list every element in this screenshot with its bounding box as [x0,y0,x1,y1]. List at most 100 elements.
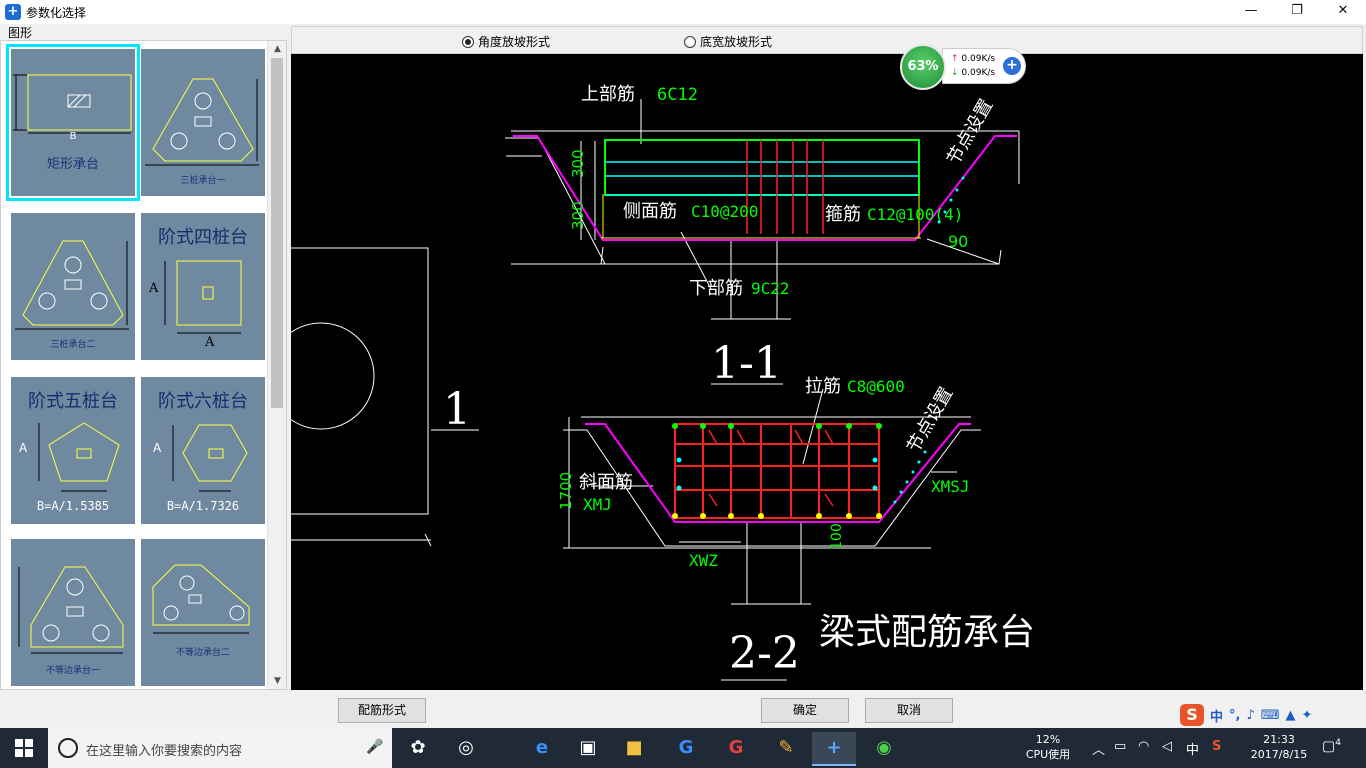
gallery-item-unequal-2[interactable]: 不等边承台二 [141,539,265,686]
radio-angle-label: 角度放坡形式 [478,35,551,49]
network-speed-widget[interactable]: ↑ 0.09K/s ↓ 0.09K/s + 63% [900,44,1026,90]
xmsj-label: XMSJ [931,477,970,496]
ok-button[interactable]: 确定 [761,698,849,723]
taskbar-app-pinwheel-icon[interactable]: ✿ [396,732,440,766]
maximize-button[interactable]: ❐ [1274,0,1320,24]
side-bar-label: 侧面筋 [623,201,677,222]
stirrup-spec: C12@100(4) [867,205,963,224]
cpu-usage-meter: 12% CPU使用 [1022,732,1074,762]
three-pile-2-label: 三桩承台二 [50,340,96,350]
sogou-logo-icon[interactable]: S [1180,704,1204,726]
taskbar-active-app-icon[interactable]: + [812,732,856,766]
ime-voice-icon[interactable]: ♪ [1246,708,1254,723]
taskbar-app-swirl-icon[interactable]: ◎ [444,732,488,766]
gallery-item-unequal-1[interactable]: 不等边承台一 [11,539,135,686]
stepped-six-formula: B=A/1.7326 [166,499,240,513]
app-icon: + [5,4,21,20]
radio-selected-icon[interactable] [462,35,474,48]
taskbar-store-icon[interactable]: ▣ [566,732,610,766]
cad-preview-canvas: 1 上部筋 6C12 侧面筋 C10@200 箍筋 C12@100(4) 下部筋… [291,54,1363,690]
taskbar-search-box[interactable]: 在这里输入你要搜索的内容 🎤 [48,728,392,768]
taskbar-glodon-red-icon[interactable]: G [714,732,758,766]
stepped-five-dim: A [19,441,28,455]
section-2-2-title: 2-2 [729,628,800,679]
title-bar: + 参数化选择 — ❐ ✕ [0,0,1366,24]
rect-cap-dim: B [69,131,77,142]
cortana-icon [58,738,78,758]
tray-sogou-icon[interactable]: S [1212,739,1221,754]
unequal-2-preview [152,564,250,634]
side-bar-spec: C10@200 [691,202,758,221]
ime-toolbar[interactable]: S 中 °, ♪ ⌨ ▲ ✦ [1180,703,1366,727]
tray-wifi-icon[interactable]: ◠ [1138,739,1149,754]
gallery-item-rect-cap[interactable]: B 矩形承台 [6,44,140,201]
net-speed-box: ↑ 0.09K/s ↓ 0.09K/s + [942,48,1026,84]
ime-keyboard-icon[interactable]: ⌨ [1261,708,1280,723]
scroll-thumb[interactable] [271,58,283,408]
taskbar-glodon-icon[interactable]: G [664,732,708,766]
gallery-label: 图形 [8,26,33,40]
gallery-item-three-pile-1[interactable]: 三桩承台一 [141,49,265,196]
gallery-scrollbar[interactable]: ▲ ▼ [267,41,286,689]
rect-cap-label: 矩形承台 [46,157,99,172]
minimize-button[interactable]: — [1228,0,1274,24]
bottom-bar-spec: 9C22 [751,279,790,298]
ime-language[interactable]: 中 [1210,706,1223,725]
stepped-four-dim-bottom: A [205,335,215,350]
section-1-1-title: 1-1 [711,338,782,389]
radio-width-label: 底宽放坡形式 [700,35,773,49]
rebar-form-button[interactable]: 配筋形式 [338,698,426,723]
cpu-label: CPU使用 [1025,748,1071,761]
xwz-label: XWZ [689,551,718,570]
window-title: 参数化选择 [26,6,87,20]
top-bar-spec: 6C12 [657,85,698,105]
slope-bar-spec: XMJ [583,495,612,514]
taskbar-explorer-icon[interactable]: ■ [612,732,656,766]
tray-battery-icon[interactable]: ▭ [1114,739,1126,754]
taskbar-clock[interactable]: 21:33 2017/8/15 [1248,732,1310,762]
stepped-five-formula: B=A/1.5385 [36,499,110,513]
clock-time: 21:33 [1263,733,1295,746]
close-button[interactable]: ✕ [1320,0,1366,24]
taskbar-notepad-icon[interactable]: ✎ [764,732,808,766]
memory-usage-ball[interactable]: 63% [900,44,946,90]
windows-start-icon[interactable] [14,738,34,758]
download-speed: ↓ 0.09K/s [951,68,996,78]
rect-cap-preview [13,74,132,134]
slope-options-bar: 角度放坡形式 底宽放坡形式 [291,26,1363,54]
ime-skin-icon[interactable]: ▲ [1286,708,1296,723]
gallery-item-stepped-five[interactable]: 阶式五桩台 A B=A/1.5385 [11,377,135,524]
radio-width-slope[interactable]: 底宽放坡形式 [684,33,772,50]
three-pile-1-label: 三桩承台一 [180,176,226,186]
taskbar-edge-icon[interactable]: e [520,732,564,766]
search-placeholder: 在这里输入你要搜索的内容 [86,744,243,759]
top-bar-label: 上部筋 [581,84,635,105]
cancel-button[interactable]: 取消 [865,698,953,723]
gallery-item-three-pile-2[interactable]: 三桩承台二 [11,213,135,360]
section-2-2: 拉筋 C8@600 斜面筋 XMJ XMSJ XWZ 1700 100 节点设置… [557,376,1035,681]
clock-date: 2017/8/15 [1250,748,1308,761]
gallery-item-stepped-four[interactable]: 阶式四桩台 A A [141,213,265,360]
shape-gallery: B 矩形承台 三桩承台一 三桩承台二 阶式四桩台 A A 阶式五桩台 A B=A… [0,40,287,690]
ime-punctuation[interactable]: °, [1229,708,1240,723]
scroll-down-icon[interactable]: ▼ [268,673,286,689]
radio-angle-slope[interactable]: 角度放坡形式 [462,33,550,50]
microphone-icon[interactable]: 🎤 [366,739,383,755]
taskbar-green-app-icon[interactable]: ◉ [862,732,906,766]
stirrup-label: 箍筋 [825,204,861,225]
action-center-icon[interactable]: ▢4 [1322,738,1341,755]
stepped-six-dim: A [153,441,162,455]
windows-taskbar: 在这里输入你要搜索的内容 🎤 ✿ ◎ e ▣ ■ G G ✎ + ◉ 12% C… [0,728,1366,768]
tray-volume-icon[interactable]: ◁ [1162,739,1172,754]
scroll-up-icon[interactable]: ▲ [268,41,286,57]
tie-bar-spec: C8@600 [847,377,905,396]
accelerate-icon[interactable]: + [1003,57,1021,75]
ime-tools-icon[interactable]: ✦ [1302,708,1313,723]
node-setting-1: 节点设置 [943,96,997,169]
gallery-item-stepped-six[interactable]: 阶式六桩台 A B=A/1.7326 [141,377,265,524]
tray-ime-indicator[interactable]: 中 [1186,739,1199,758]
radio-unselected-icon[interactable] [684,35,696,48]
cap-section-drawing: 1 上部筋 6C12 侧面筋 C10@200 箍筋 C12@100(4) 下部筋… [291,84,1035,681]
tray-expand-icon[interactable]: ︿ [1092,739,1105,758]
dim-lower: 300 [569,201,587,230]
